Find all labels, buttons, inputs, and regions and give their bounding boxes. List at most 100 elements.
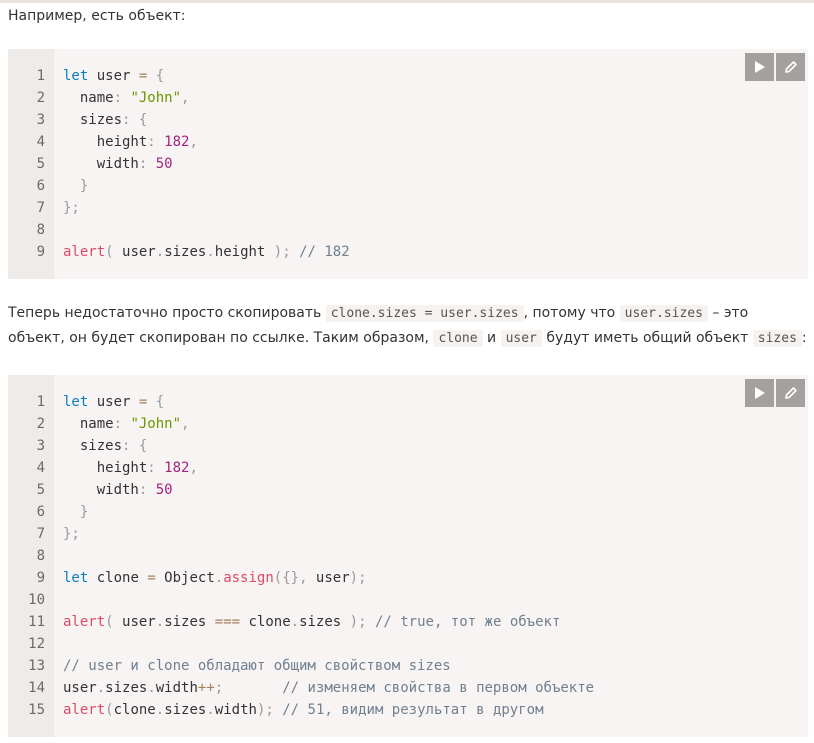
code-text: width: 50: [63, 479, 173, 501]
code-token: height: [214, 244, 274, 260]
code-token: user: [63, 680, 97, 696]
code-text: user.sizes.width++; // изменяем свойства…: [63, 677, 594, 699]
code-token: :: [147, 460, 156, 476]
code-token: Object: [155, 570, 215, 586]
code-text: let clone = Object.assign({}, user);: [63, 567, 367, 589]
text-span: :: [801, 330, 807, 346]
code-text: sizes: {: [63, 435, 147, 457]
code-token: 182: [164, 460, 190, 476]
code-token: .: [155, 244, 165, 260]
code-text: height: 182,: [63, 131, 198, 153]
code-token: sizes: [63, 112, 123, 128]
code-line: 6 }: [8, 175, 808, 197]
code-token: user: [307, 570, 350, 586]
code-block-1: 1 let user = {2 name: "John", 3 sizes: {4 …: [8, 49, 808, 279]
code-token: clone: [88, 570, 148, 586]
code-token: name: [63, 416, 114, 432]
code-block-2: 1 let user = {2 name: "John", 3 sizes: {4 …: [8, 375, 808, 737]
code-token: assign: [223, 570, 274, 586]
code-token: .: [147, 680, 156, 696]
line-number: 1: [36, 68, 45, 84]
code-token: (: [105, 244, 114, 260]
code-line: 8: [8, 545, 808, 567]
code-token: }: [63, 178, 89, 194]
code-text: sizes: {: [63, 109, 147, 131]
code-line: 1 let user = {: [8, 391, 808, 413]
line-number: 12: [28, 636, 45, 652]
line-number: 8: [36, 222, 45, 238]
code-token: ({},: [273, 570, 308, 586]
code-line: 15 alert(clone.sizes.width); // 51, видим…: [8, 699, 808, 721]
code-token: alert: [63, 244, 106, 260]
edit-button[interactable]: [776, 53, 805, 81]
code-line: 2 name: "John",: [8, 413, 808, 435]
code-line: 1 let user = {: [8, 65, 808, 87]
code-line: 6 }: [8, 501, 808, 523]
line-number: 6: [36, 504, 45, 520]
line-number: 3: [36, 438, 45, 454]
code-line: 13 // user и clone обладают общим свойств…: [8, 655, 808, 677]
code-text: alert( user.sizes === clone.sizes ); // …: [63, 611, 560, 633]
code-token: // user и clone обладают общим свойством…: [63, 658, 451, 674]
code-token: sizes: [105, 680, 148, 696]
code-token: );: [273, 244, 291, 260]
line-number: 2: [36, 90, 45, 106]
text-span: и: [482, 330, 501, 346]
code-line: 4 height: 182,: [8, 131, 808, 153]
code-token: .: [155, 702, 165, 718]
code-token: .: [155, 614, 165, 630]
code-token: sizes: [164, 244, 207, 260]
code-token: sizes: [164, 614, 215, 630]
code-token: =: [147, 570, 156, 586]
code-token: ++: [197, 680, 215, 696]
code-token: alert: [63, 702, 106, 718]
code-token: (: [105, 614, 114, 630]
line-number: 10: [28, 592, 45, 608]
line-number: 4: [36, 134, 45, 150]
code-token: user: [88, 68, 139, 84]
code-token: );: [349, 570, 367, 586]
code-token: clone: [113, 702, 156, 718]
code-token: ,: [189, 134, 198, 150]
code-text: }: [63, 501, 88, 523]
code-token: .: [290, 614, 300, 630]
code-token: :: [113, 416, 123, 432]
pencil-icon: [784, 387, 797, 399]
text-span: , потому что: [523, 305, 620, 321]
code-text: width: 50: [63, 153, 173, 175]
code-token: );: [256, 702, 274, 718]
line-number: 13: [28, 658, 45, 674]
play-icon: [754, 387, 765, 399]
code-text: name: "John",: [63, 413, 190, 435]
code-text: };: [63, 523, 80, 545]
run-button[interactable]: [745, 379, 774, 407]
edit-button[interactable]: [776, 379, 805, 407]
code-token: {: [138, 438, 148, 454]
code-text: let user = {: [63, 391, 164, 413]
code-line: 10: [8, 589, 808, 611]
code-token: "John": [130, 416, 182, 432]
code-token: height: [63, 460, 148, 476]
code-token: .: [206, 244, 215, 260]
line-number: 6: [36, 178, 45, 194]
code-token: :: [147, 134, 156, 150]
code-token: // 182: [299, 244, 350, 260]
code-token: let: [63, 570, 89, 586]
code-token: {: [155, 394, 165, 410]
pencil-icon: [784, 61, 797, 73]
code-text: let user = {: [63, 65, 164, 87]
code-text: }: [63, 175, 88, 197]
line-number: 9: [36, 570, 45, 586]
inline-code-clone-sizes: clone.sizes = user.sizes: [325, 305, 524, 322]
inline-code-user: user: [500, 330, 542, 347]
line-number: 8: [36, 548, 45, 564]
run-button[interactable]: [745, 53, 774, 81]
code-token: let: [63, 68, 89, 84]
code-token: width: [63, 482, 139, 498]
code-token: user: [113, 614, 156, 630]
